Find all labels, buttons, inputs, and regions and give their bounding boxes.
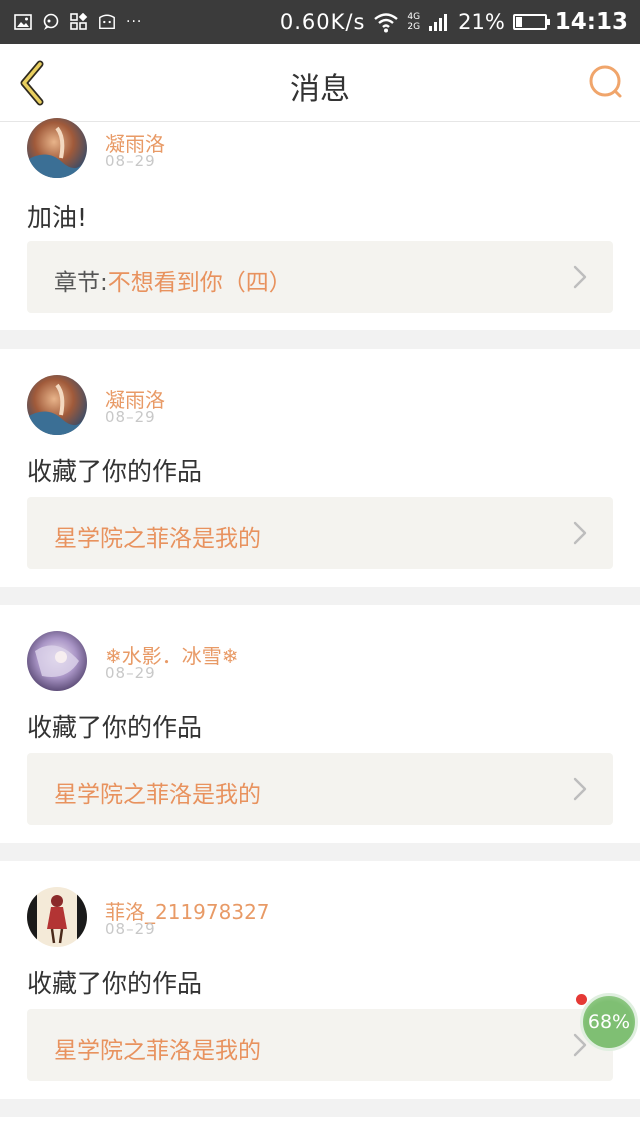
page-title: 消息 xyxy=(290,72,350,107)
chevron-right-icon xyxy=(573,521,587,545)
face-icon xyxy=(98,13,116,31)
network-type-bottom: 2G xyxy=(407,22,421,32)
wifi-icon xyxy=(373,11,399,33)
network-speed: 0.60K/s xyxy=(279,10,366,34)
message-card: 菲洛_211978327 08–29 收藏了你的作品 星学院之菲洛是我的 xyxy=(0,861,640,1099)
more-dots-icon: ··· xyxy=(126,14,143,30)
message-text: 收藏了你的作品 xyxy=(27,713,203,742)
message-text: 收藏了你的作品 xyxy=(27,969,203,998)
avatar[interactable] xyxy=(27,887,87,947)
chat-icon xyxy=(42,13,60,31)
link-prefix: 章节: xyxy=(54,270,108,296)
network-type-top: 4G xyxy=(407,12,421,22)
message-text: 收藏了你的作品 xyxy=(27,457,203,486)
message-card: 凝雨洛 08–29 加油! 章节:不想看到你（四） xyxy=(0,118,640,330)
work-link[interactable]: 星学院之菲洛是我的 xyxy=(27,1009,613,1081)
grid-icon xyxy=(70,13,88,31)
floating-ball-label: 68% xyxy=(587,1011,631,1033)
network-type: 4G 2G xyxy=(407,12,420,32)
search-button[interactable] xyxy=(586,62,626,102)
link-title: 星学院之菲洛是我的 xyxy=(54,526,261,552)
message-card: ❄水影．冰雪❄ 08–29 收藏了你的作品 星学院之菲洛是我的 xyxy=(0,605,640,843)
message-text: 加油! xyxy=(27,203,88,232)
message-date: 08–29 xyxy=(105,408,156,426)
notification-dot xyxy=(576,994,587,1005)
signal-icon xyxy=(428,12,450,32)
status-bar: ··· 0.60K/s 4G 2G 21% 14:13 xyxy=(0,0,640,44)
status-notification-icons: ··· xyxy=(14,10,142,34)
message-date: 08–29 xyxy=(105,664,156,682)
message-card xyxy=(0,1117,640,1138)
battery-percent: 21% xyxy=(458,10,505,34)
chevron-right-icon xyxy=(573,265,587,289)
link-title: 星学院之菲洛是我的 xyxy=(54,782,261,808)
link-title: 星学院之菲洛是我的 xyxy=(54,1038,261,1064)
work-link[interactable]: 星学院之菲洛是我的 xyxy=(27,753,613,825)
clock: 14:13 xyxy=(554,9,628,35)
work-link-label: 章节:不想看到你（四） xyxy=(54,263,292,297)
message-date: 08–29 xyxy=(105,920,156,938)
avatar[interactable] xyxy=(27,631,87,691)
avatar[interactable] xyxy=(27,375,87,435)
message-card: 凝雨洛 08–29 收藏了你的作品 星学院之菲洛是我的 xyxy=(0,349,640,587)
battery-icon xyxy=(512,14,550,30)
app-header: 消息 xyxy=(0,44,640,122)
search-icon xyxy=(589,65,622,98)
floating-ball[interactable]: 68% xyxy=(580,993,638,1051)
battery-level xyxy=(515,17,522,27)
message-date: 08–29 xyxy=(105,152,156,170)
image-icon xyxy=(14,13,32,31)
work-link[interactable]: 星学院之菲洛是我的 xyxy=(27,497,613,569)
work-link[interactable]: 章节:不想看到你（四） xyxy=(27,241,613,313)
avatar[interactable] xyxy=(27,118,87,178)
chevron-right-icon xyxy=(573,777,587,801)
link-title: 不想看到你（四） xyxy=(107,270,292,296)
status-system-icons: 0.60K/s 4G 2G 21% 14:13 xyxy=(280,6,628,38)
